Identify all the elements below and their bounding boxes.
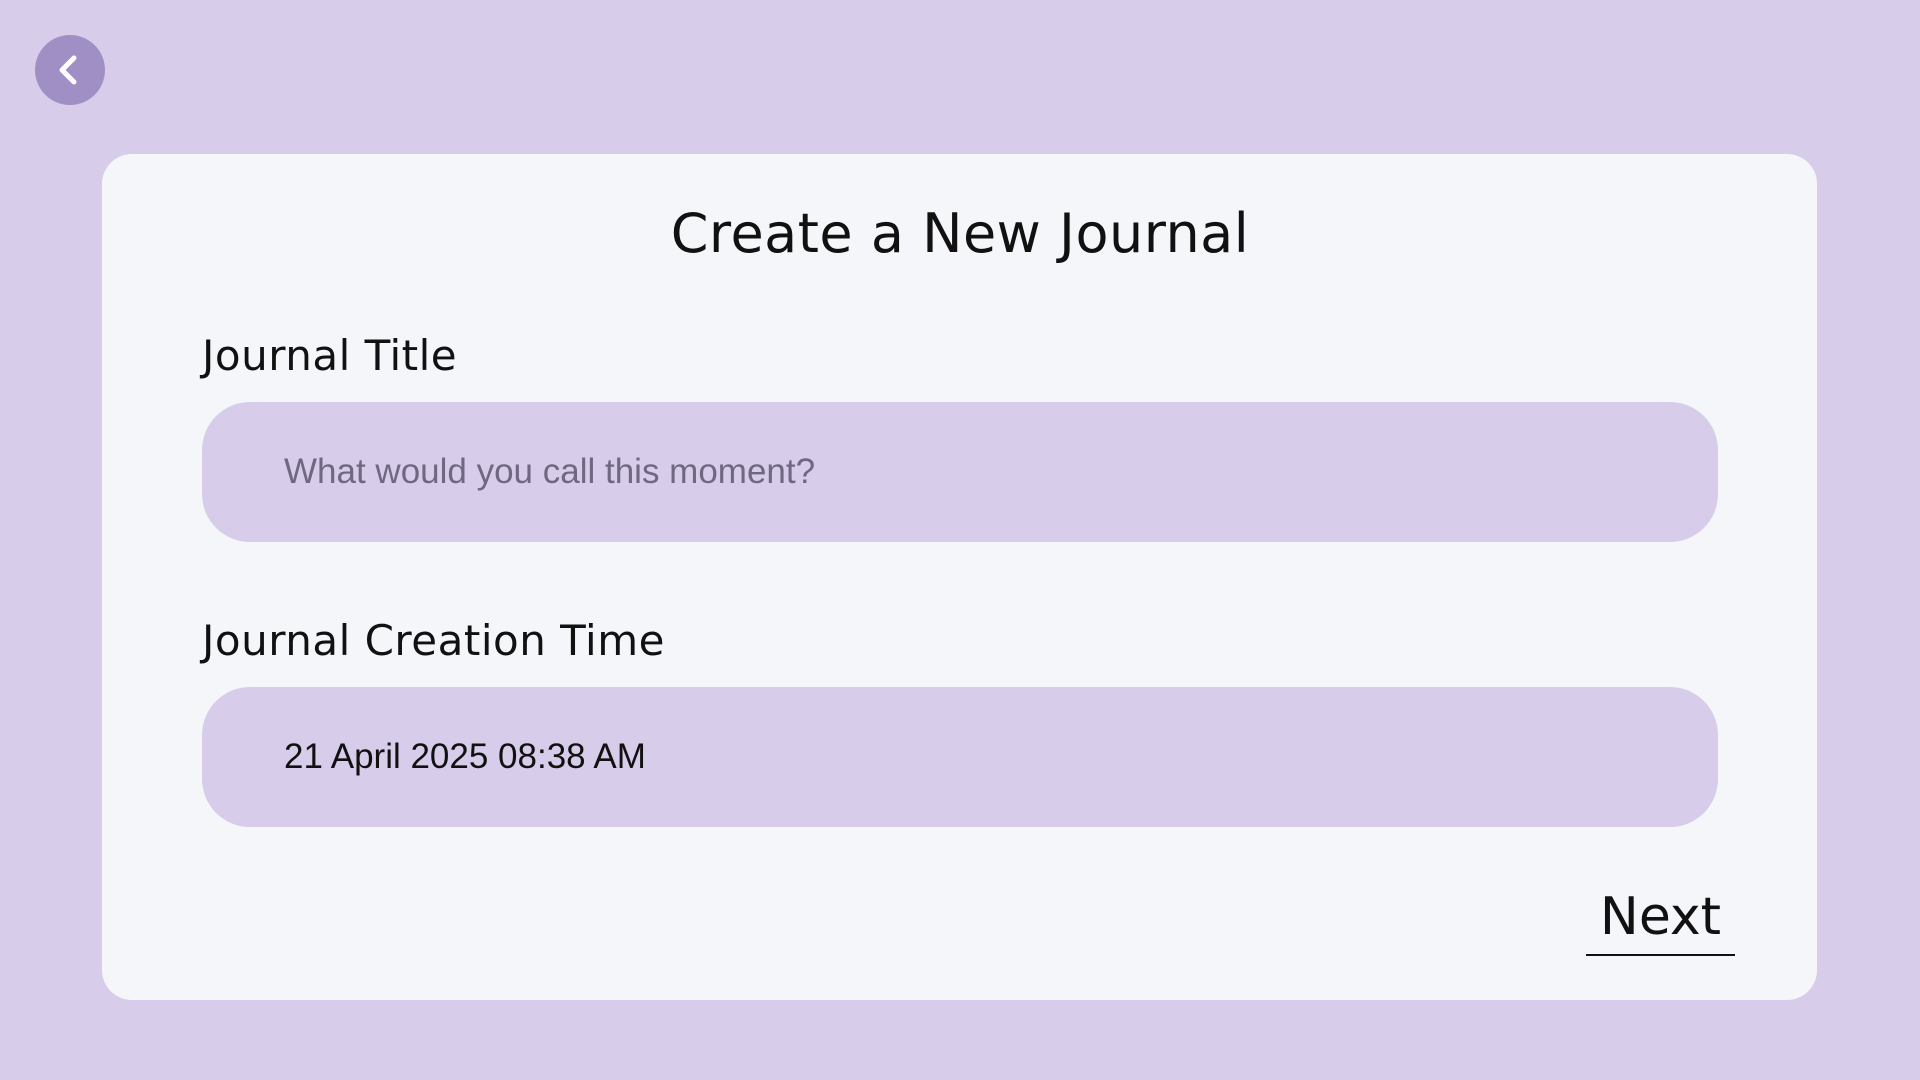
journal-form-card — [102, 154, 1817, 1000]
journal-title-input[interactable] — [284, 452, 1718, 492]
next-button[interactable]: Next — [1586, 886, 1735, 956]
chevron-left-icon — [50, 50, 90, 90]
journal-title-label: Journal Title — [202, 331, 458, 380]
creation-time-label: Journal Creation Time — [202, 616, 665, 665]
journal-title-field-container — [202, 402, 1718, 542]
back-button[interactable] — [35, 35, 105, 105]
page-title: Create a New Journal — [670, 202, 1250, 265]
creation-time-value: 21 April 2025 08:38 AM — [284, 737, 646, 776]
creation-time-field: 21 April 2025 08:38 AM — [202, 687, 1718, 827]
